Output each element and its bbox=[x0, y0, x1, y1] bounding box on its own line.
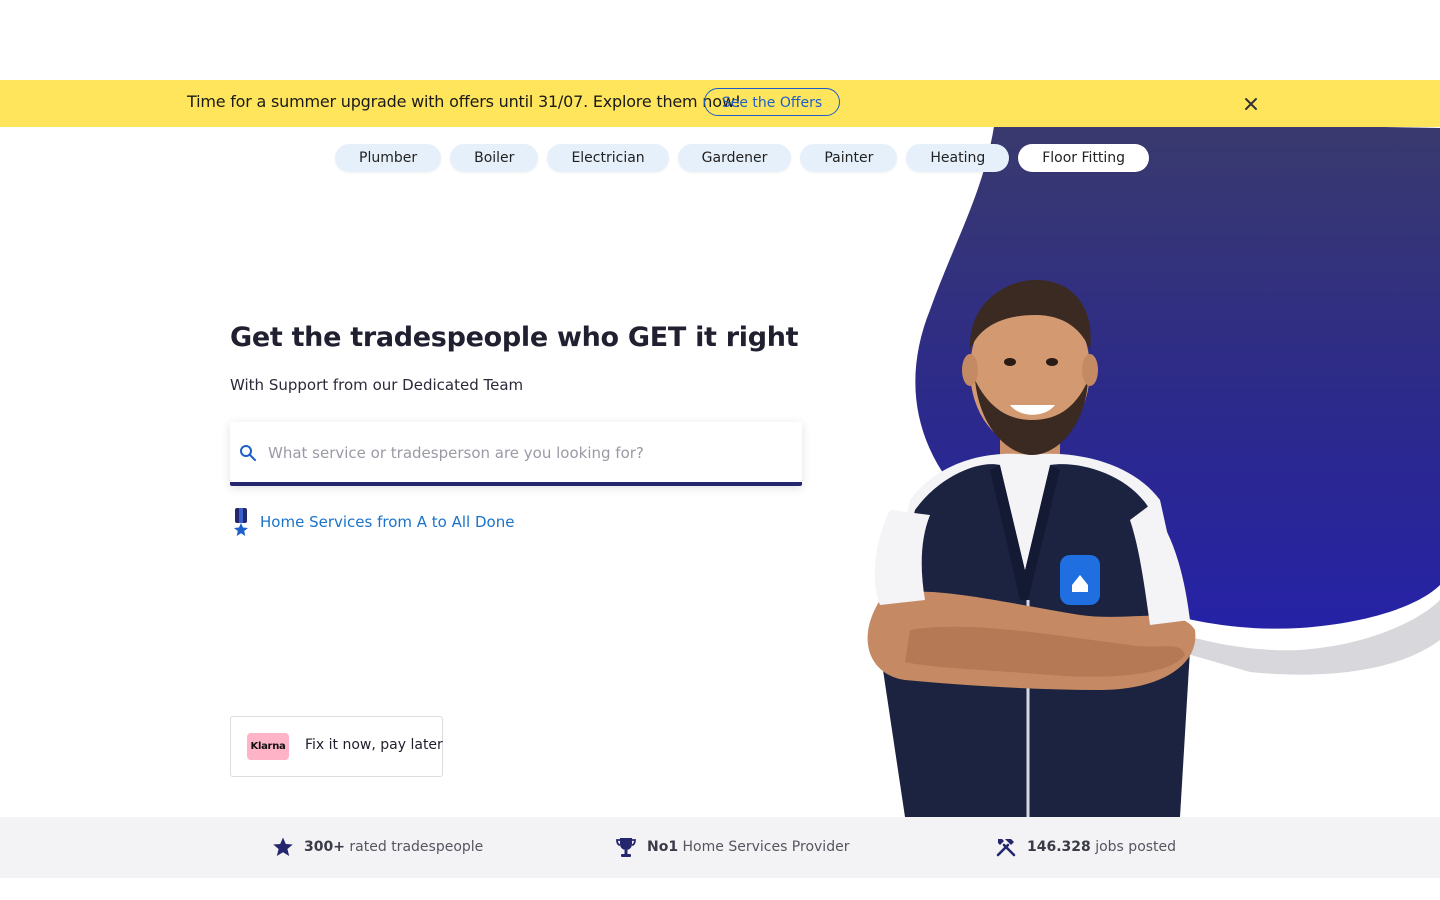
stat-no1-label: Home Services Provider bbox=[682, 839, 850, 855]
category-pill-gardener[interactable]: Gardener bbox=[677, 144, 792, 172]
see-offers-button[interactable]: See the Offers bbox=[704, 88, 840, 116]
category-pills: Plumber Boiler Electrician Gardener Pain… bbox=[335, 144, 1150, 172]
category-pill-painter[interactable]: Painter bbox=[800, 144, 898, 172]
award-ribbon-icon bbox=[232, 508, 250, 536]
stat-no1-provider: No1 Home Services Provider bbox=[615, 836, 849, 858]
klarna-text: Fix it now, pay later bbox=[305, 737, 443, 753]
trophy-icon bbox=[615, 836, 637, 858]
home-services-link-text: Home Services from A to All Done bbox=[260, 513, 515, 531]
close-icon[interactable] bbox=[1240, 93, 1262, 115]
promo-text: Time for a summer upgrade with offers un… bbox=[187, 92, 741, 111]
search-icon bbox=[239, 444, 257, 462]
tradesperson-image bbox=[850, 270, 1210, 817]
stat-jobs-value: 146.328 bbox=[1027, 839, 1091, 855]
category-pill-boiler[interactable]: Boiler bbox=[450, 144, 539, 172]
search-box bbox=[230, 422, 802, 486]
hero-title: Get the tradespeople who GET it right bbox=[230, 322, 799, 353]
stat-rated-label: rated tradespeople bbox=[349, 839, 484, 855]
klarna-logo: Klarna bbox=[247, 733, 289, 760]
stat-no1-value: No1 bbox=[647, 839, 679, 855]
stat-jobs-posted: 146.328 jobs posted bbox=[995, 836, 1176, 858]
category-pill-plumber[interactable]: Plumber bbox=[335, 144, 442, 172]
stats-bar: 300+ rated tradespeople No1 Home Service… bbox=[0, 817, 1440, 878]
promo-banner: Time for a summer upgrade with offers un… bbox=[0, 80, 1440, 127]
hero-subtitle: With Support from our Dedicated Team bbox=[230, 376, 524, 394]
top-header-area bbox=[0, 0, 1440, 80]
home-services-link[interactable]: Home Services from A to All Done bbox=[232, 508, 514, 536]
tools-icon bbox=[995, 836, 1017, 858]
category-pill-electrician[interactable]: Electrician bbox=[547, 144, 669, 172]
star-icon bbox=[272, 836, 294, 858]
stat-jobs-label: jobs posted bbox=[1095, 839, 1177, 855]
bottom-strip bbox=[0, 878, 1440, 900]
category-pill-heating[interactable]: Heating bbox=[906, 144, 1010, 172]
klarna-card[interactable]: Klarna Fix it now, pay later bbox=[230, 716, 443, 777]
search-input[interactable] bbox=[266, 422, 790, 484]
category-pill-floor-fitting[interactable]: Floor Fitting bbox=[1018, 144, 1150, 172]
stat-rated-tradespeople: 300+ rated tradespeople bbox=[272, 836, 483, 858]
stat-rated-value: 300+ bbox=[304, 839, 345, 855]
